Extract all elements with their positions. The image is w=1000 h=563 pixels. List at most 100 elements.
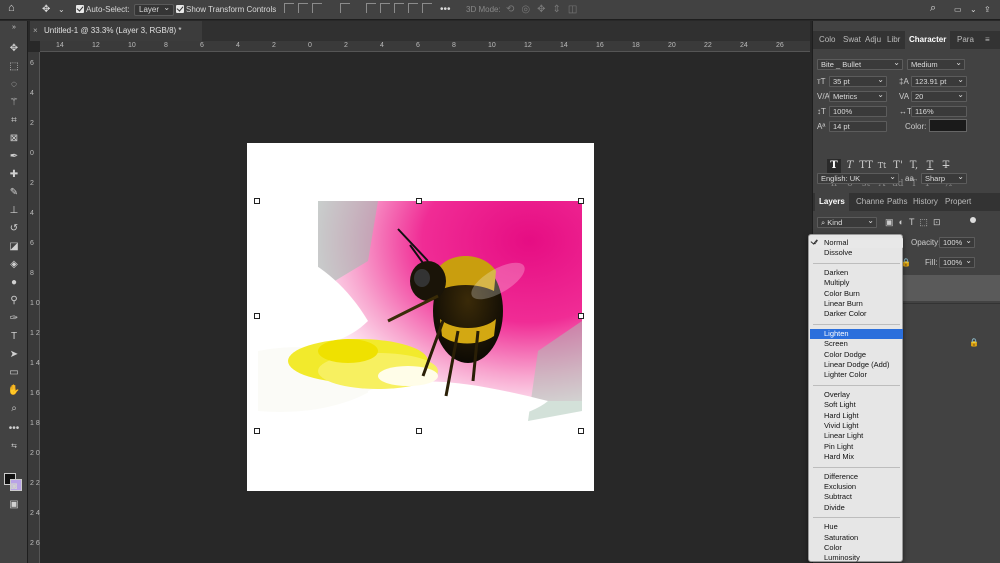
blend-mode-lighter-color[interactable]: Lighter Color [810,370,903,380]
checkbox-checked-icon[interactable] [76,5,84,13]
blend-mode-color-burn[interactable]: Color Burn [810,289,903,299]
swap-colors-icon[interactable]: ⇆ [5,439,23,455]
search-icon[interactable]: ⌕ [930,1,936,15]
blend-mode-linear-light[interactable]: Linear Light [810,431,903,441]
frame-tool-icon[interactable]: ⊠ [5,131,23,147]
tab-paragraph[interactable]: Para [957,31,974,49]
distribute-button[interactable] [340,3,354,17]
tab-swatches[interactable]: Swat [843,31,861,49]
vertical-scale-input[interactable]: 100% [829,106,887,117]
blend-mode-saturation[interactable]: Saturation [810,533,903,543]
layer-filter-icons[interactable]: ▣◐T⬚⊡ [885,217,945,228]
strikethrough-icon[interactable]: T [939,159,953,173]
blend-mode-linear-burn[interactable]: Linear Burn [810,299,903,309]
crop-tool-icon[interactable]: ⌗ [5,113,23,129]
align-top-icon[interactable] [366,3,376,13]
auto-select-checkbox[interactable]: Auto-Select: [76,3,130,17]
transform-handle[interactable] [578,313,584,319]
transform-handle[interactable] [254,428,260,434]
blend-mode-darker-color[interactable]: Darker Color [810,309,903,319]
panel-menu-icon[interactable]: ≡ [985,31,990,49]
rectangle-tool-icon[interactable]: ▭ [5,365,23,381]
align-center-icon[interactable] [298,3,308,13]
history-brush-icon[interactable]: ↺ [5,221,23,237]
blend-mode-hard-mix[interactable]: Hard Mix [810,452,903,462]
blend-mode-vivid-light[interactable]: Vivid Light [810,421,903,431]
chevron-down-icon[interactable]: ⌄ [970,3,977,17]
blend-mode-hard-light[interactable]: Hard Light [810,411,903,421]
blend-mode-darken[interactable]: Darken [810,268,903,278]
blend-mode-difference[interactable]: Difference [810,472,903,482]
auto-select-dropdown[interactable]: Layer [134,3,175,17]
more-options-icon[interactable]: ••• [440,3,451,17]
blend-mode-overlay[interactable]: Overlay [810,390,903,400]
align-vertical-buttons[interactable] [366,3,436,17]
language-select[interactable]: English: UK [817,172,899,184]
align-bottom-icon[interactable] [394,3,404,13]
tab-channels[interactable]: Channe [856,193,884,211]
screen-mode-icon[interactable]: ▣ [5,497,23,513]
small-caps-icon[interactable]: Tt [875,159,889,173]
align-right-icon[interactable] [312,3,322,13]
paint-bucket-icon[interactable]: ◈ [5,257,23,273]
eraser-icon[interactable]: ◪ [5,239,23,255]
faux-bold-icon[interactable]: T [827,159,841,173]
tab-adjustments[interactable]: Adju [865,31,881,49]
path-selection-icon[interactable]: ➤ [5,347,23,363]
blend-mode-color[interactable]: Color [810,543,903,553]
horizontal-scale-input[interactable]: 116% [911,106,967,117]
move-tool-icon[interactable]: ✥ [5,41,23,57]
more-tools-icon[interactable]: ••• [5,421,23,437]
auto-select-value[interactable]: Layer [134,3,175,16]
stamp-tool-icon[interactable]: ⊥ [5,203,23,219]
align-buttons[interactable] [284,3,326,17]
3d-mode-icons[interactable]: ⟲◎✥⇕◫ [506,3,584,17]
layer-row-selected[interactable] [903,275,1000,301]
font-style-select[interactable]: Medium [907,58,965,70]
blend-mode-dropdown[interactable]: NormalDissolveDarkenMultiplyColor BurnLi… [808,234,903,562]
fill-input[interactable]: 100% [939,256,975,268]
transform-handle[interactable] [254,313,260,319]
tab-layers[interactable]: Layers [815,193,849,211]
magic-wand-icon[interactable]: ⚚ [5,95,23,111]
blend-mode-multiply[interactable]: Multiply [810,278,903,288]
share-icon[interactable]: ⇪ [984,3,991,17]
healing-brush-icon[interactable]: ✚ [5,167,23,183]
blend-mode-luminosity[interactable]: Luminosity [810,553,903,563]
blend-mode-subtract[interactable]: Subtract [810,492,903,502]
tab-properties[interactable]: Propert [945,193,971,211]
transform-handle[interactable] [416,198,422,204]
tab-libraries[interactable]: Libr [887,31,900,49]
distribute-icon[interactable] [340,3,350,13]
transform-handle[interactable] [578,428,584,434]
blend-mode-color-dodge[interactable]: Color Dodge [810,350,903,360]
text-color-swatch[interactable] [929,119,967,132]
distribute-top-icon[interactable] [408,3,418,13]
font-size-select[interactable]: 35 pt [829,75,887,87]
tab-history[interactable]: History [913,193,938,211]
blend-mode-pin-light[interactable]: Pin Light [810,442,903,452]
quick-mask-icon[interactable]: ◙ [5,479,23,495]
distribute-middle-icon[interactable] [422,3,432,13]
blend-mode-soft-light[interactable]: Soft Light [810,400,903,410]
blur-tool-icon[interactable]: ● [5,275,23,291]
antialias-select[interactable]: Sharp [921,172,967,184]
home-icon[interactable]: ⌂ [8,1,15,15]
collapse-icon[interactable]: » [5,20,23,36]
underline-icon[interactable]: T [923,159,937,173]
marquee-tool-icon[interactable]: ⬚ [5,59,23,75]
close-tab-icon[interactable]: × [33,21,38,41]
chevron-down-icon[interactable]: ⌄ [58,3,65,17]
all-caps-icon[interactable]: TT [859,159,873,173]
font-family-select[interactable]: Bite _ Bullet [817,58,903,70]
tab-character[interactable]: Character [905,31,951,49]
blend-mode-normal[interactable]: Normal [810,238,903,248]
hand-tool-icon[interactable]: ✋ [5,383,23,399]
tracking-select[interactable]: 20 [911,90,967,102]
blend-mode-exclusion[interactable]: Exclusion [810,482,903,492]
leading-select[interactable]: 123.91 pt [911,75,967,87]
tab-paths[interactable]: Paths [887,193,907,211]
document-tab[interactable]: × Untitled-1 @ 33.3% (Layer 3, RGB/8) * [30,21,202,41]
type-tool-icon[interactable]: T [5,329,23,345]
dodge-tool-icon[interactable]: ⚲ [5,293,23,309]
